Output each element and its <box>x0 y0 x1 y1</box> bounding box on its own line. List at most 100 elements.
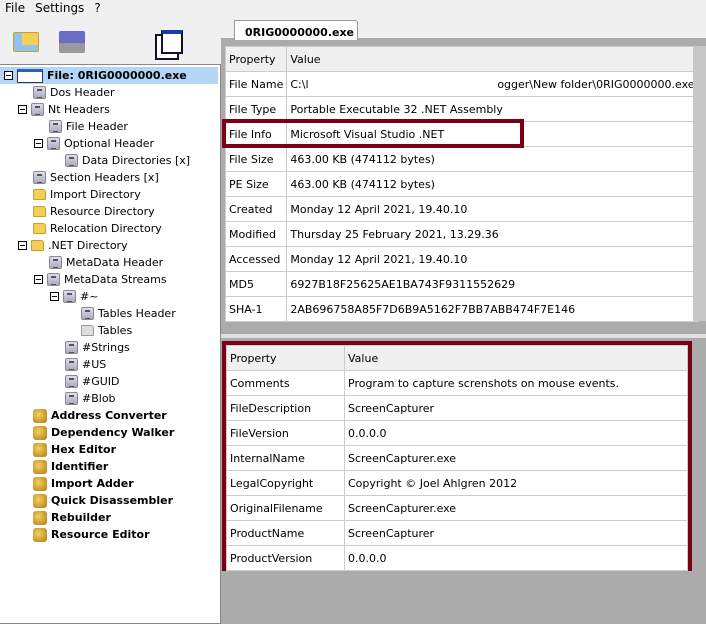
scrollbar[interactable] <box>693 46 706 321</box>
tree-item[interactable]: File Header <box>49 118 128 135</box>
tree-item[interactable]: #GUID <box>65 373 120 390</box>
tool-icon <box>33 527 47 542</box>
table-row[interactable]: FileVersion 0.0.0.0 <box>226 420 688 446</box>
table-row[interactable]: PE Size 463.00 KB (474112 bytes) <box>224 171 699 197</box>
tree-item-label: Relocation Directory <box>50 222 162 235</box>
tree-item[interactable]: Data Directories [x] <box>65 152 190 169</box>
collapse-icon[interactable] <box>34 275 43 284</box>
document-icon <box>49 256 62 269</box>
tree-item[interactable]: Tables <box>81 322 132 339</box>
table-row[interactable]: File Name C:\l ogger\New folder\0RIG00000… <box>224 71 699 97</box>
column-header[interactable]: Property <box>224 46 288 72</box>
version-info-table: Property Value Comments Program to capture … <box>226 345 688 571</box>
tree-item-label: #Blob <box>82 392 116 405</box>
tree-item[interactable]: Relocation Directory <box>33 220 162 237</box>
property-cell: File Size <box>224 146 288 172</box>
tree-item[interactable]: Dependency Walker <box>33 424 174 441</box>
column-header[interactable]: Value <box>286 46 699 72</box>
tree-item[interactable]: .NET Directory <box>18 237 128 254</box>
menu-settings[interactable]: Settings <box>30 0 89 17</box>
property-cell: Comments <box>226 370 345 396</box>
value-cell: 0.0.0.0 <box>344 545 688 571</box>
document-icon <box>31 103 44 116</box>
tab-file[interactable]: 0RIG0000000.exe <box>234 20 358 40</box>
property-cell: OriginalFilename <box>226 495 345 521</box>
tree-item-label: .NET Directory <box>48 239 128 252</box>
tree-item[interactable]: Resource Directory <box>33 203 155 220</box>
table-row[interactable]: FileDescription ScreenCapturer <box>226 395 688 421</box>
collapse-icon[interactable] <box>4 71 13 80</box>
table-row[interactable]: File Type Portable Executable 32 .NET Ass… <box>224 96 699 122</box>
windows-icon[interactable] <box>156 26 188 58</box>
tree-item[interactable]: Import Directory <box>33 186 141 203</box>
tree-item[interactable]: Rebuilder <box>33 509 111 526</box>
splitter[interactable] <box>221 334 706 338</box>
tree-item[interactable]: Hex Editor <box>33 441 116 458</box>
table-row[interactable]: MD5 6927B18F25625AE1BA743F9311552629 <box>224 271 699 297</box>
tree-item[interactable]: Nt Headers <box>18 101 110 118</box>
table-row[interactable]: Modified Thursday 25 February 2021, 13.29… <box>224 221 699 247</box>
window-icon <box>17 68 43 83</box>
tree-view[interactable]: File: 0RIG0000000.exe Dos Header Nt Header… <box>0 64 221 624</box>
value-cell: Portable Executable 32 .NET Assembly <box>286 96 699 122</box>
tree-item[interactable]: MetaData Streams <box>34 271 167 288</box>
collapse-icon[interactable] <box>18 241 27 250</box>
property-cell: ProductName <box>226 520 345 546</box>
document-icon <box>47 273 60 286</box>
value-cell: Thursday 25 February 2021, 13.29.36 <box>286 221 699 247</box>
tree-item-label: Hex Editor <box>51 443 116 456</box>
table-row[interactable]: InternalName ScreenCapturer.exe <box>226 445 688 471</box>
property-cell: Accessed <box>224 246 288 272</box>
menu-help[interactable]: ? <box>89 0 105 17</box>
tree-item-label: #Strings <box>82 341 130 354</box>
value-cell: 2AB696758A85F7D6B9A5162F7BB7ABB474F7E146 <box>286 296 699 322</box>
tree-item-label: Identifier <box>51 460 109 473</box>
tree-item[interactable]: #US <box>65 356 106 373</box>
tree-item[interactable]: Import Adder <box>33 475 134 492</box>
save-disk-icon[interactable] <box>56 26 88 58</box>
tree-item-label: Section Headers [x] <box>50 171 159 184</box>
collapse-icon[interactable] <box>50 292 59 301</box>
property-cell: Modified <box>224 221 288 247</box>
table-row[interactable]: File Size 463.00 KB (474112 bytes) <box>224 146 699 172</box>
table-row[interactable]: Comments Program to capture screnshots on… <box>226 370 688 396</box>
collapse-icon[interactable] <box>18 105 27 114</box>
document-icon <box>47 137 60 150</box>
table-row[interactable]: Created Monday 12 April 2021, 19.40.10 <box>224 196 699 222</box>
tree-item[interactable]: #~ <box>50 288 98 305</box>
tree-item[interactable]: Resource Editor <box>33 526 150 543</box>
value-cell: Program to capture screnshots on mouse e… <box>344 370 688 396</box>
value-cell: ScreenCapturer.exe <box>344 445 688 471</box>
tree-item[interactable]: File: 0RIG0000000.exe <box>0 67 218 84</box>
tree-item[interactable]: Dos Header <box>33 84 114 101</box>
table-row[interactable]: ProductName ScreenCapturer <box>226 520 688 546</box>
tree-item[interactable]: #Blob <box>65 390 116 407</box>
property-cell: Created <box>224 196 288 222</box>
property-cell: SHA-1 <box>224 296 288 322</box>
table-row[interactable]: ProductVersion 0.0.0.0 <box>226 545 688 571</box>
tree-item[interactable]: #Strings <box>65 339 130 356</box>
tree-item[interactable]: Tables Header <box>81 305 176 322</box>
tree-item[interactable]: Address Converter <box>33 407 167 424</box>
menu-file[interactable]: File <box>0 0 30 17</box>
table-row[interactable]: SHA-1 2AB696758A85F7D6B9A5162F7BB7ABB474F… <box>224 296 699 322</box>
collapse-icon[interactable] <box>34 139 43 148</box>
tree-item[interactable]: MetaData Header <box>49 254 163 271</box>
column-header[interactable]: Value <box>344 345 688 371</box>
table-row[interactable]: LegalCopyright Copyright © Joel Ahlgren 2… <box>226 470 688 496</box>
tree-item-label: Dependency Walker <box>51 426 175 439</box>
property-cell: InternalName <box>226 445 345 471</box>
tree-item[interactable]: Section Headers [x] <box>33 169 159 186</box>
tree-item-label: Resource Directory <box>50 205 155 218</box>
tree-item[interactable]: Identifier <box>33 458 108 475</box>
table-row[interactable]: Accessed Monday 12 April 2021, 19.40.10 <box>224 246 699 272</box>
document-icon <box>65 154 78 167</box>
tool-icon <box>33 476 47 491</box>
column-header[interactable]: Property <box>226 345 345 371</box>
property-cell: FileDescription <box>226 395 345 421</box>
tree-item[interactable]: Quick Disassembler <box>33 492 173 509</box>
tree-item[interactable]: Optional Header <box>34 135 154 152</box>
table-row[interactable]: OriginalFilename ScreenCapturer.exe <box>226 495 688 521</box>
tree-item-label: Tables <box>98 324 133 337</box>
open-folder-icon[interactable] <box>10 26 42 58</box>
